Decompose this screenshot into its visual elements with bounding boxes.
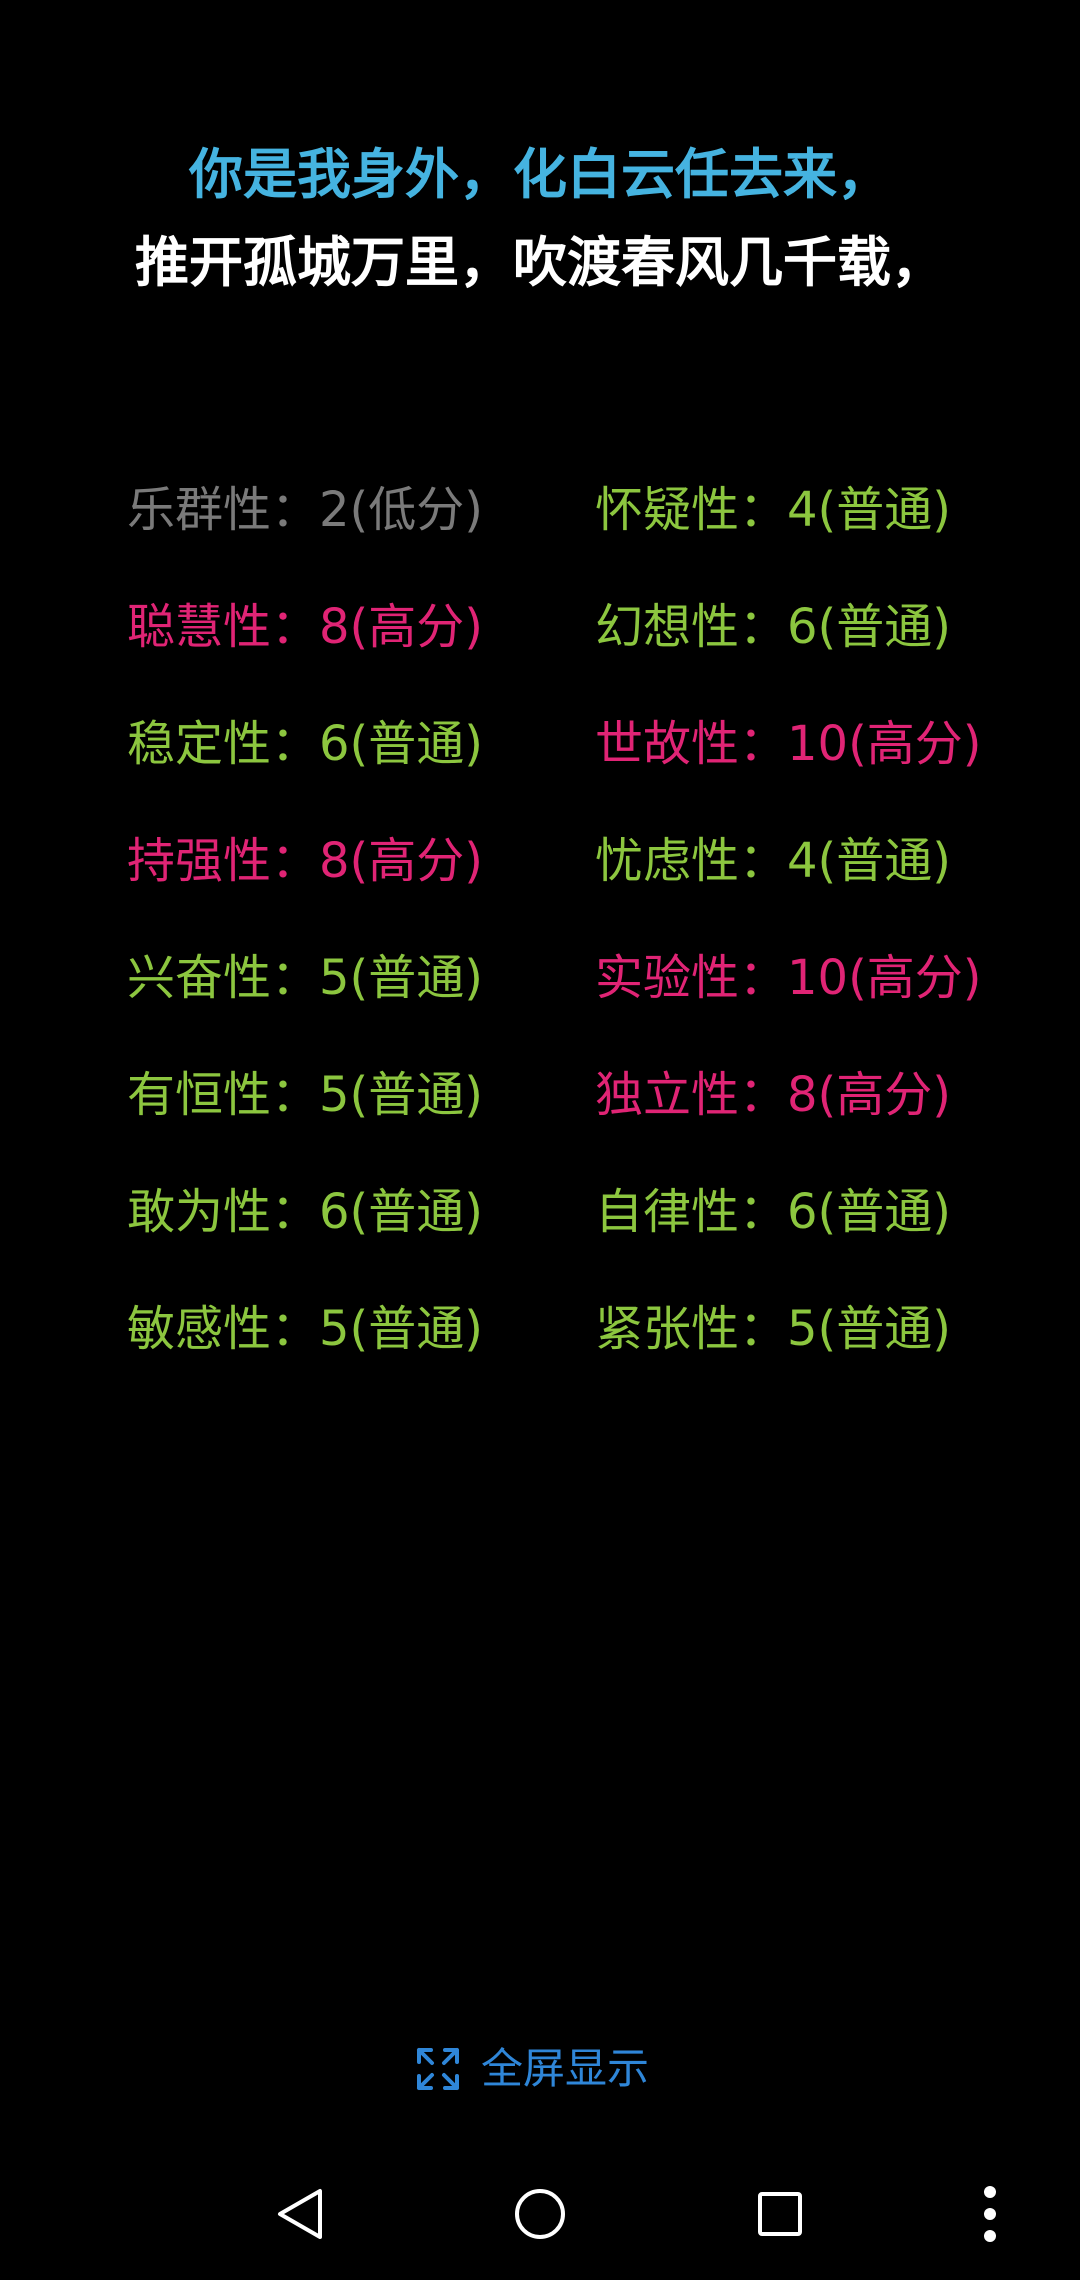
more-icon xyxy=(984,2186,996,2242)
trait-item: 持强性：8(高分) xyxy=(127,833,483,889)
trait-item: 实验性：10(高分) xyxy=(595,950,982,1006)
fullscreen-button[interactable]: 全屏显示 xyxy=(415,2044,649,2094)
back-icon xyxy=(278,2189,322,2239)
system-navigation-bar xyxy=(0,2150,1080,2280)
trait-item: 兴奋性：5(普通) xyxy=(127,950,483,1006)
trait-item: 幻想性：6(普通) xyxy=(595,599,951,655)
trait-item: 忧虑性：4(普通) xyxy=(595,833,951,889)
trait-item: 敏感性：5(普通) xyxy=(127,1301,483,1357)
poem-line-2: 推开孤城万里，吹渡春风几千载， xyxy=(135,231,945,294)
trait-item: 乐群性：2(低分) xyxy=(127,482,483,538)
trait-item: 稳定性：6(普通) xyxy=(127,716,483,772)
trait-item: 独立性：8(高分) xyxy=(595,1067,951,1123)
trait-item: 敢为性：6(普通) xyxy=(127,1184,483,1240)
trait-item: 自律性：6(普通) xyxy=(595,1184,951,1240)
trait-item: 紧张性：5(普通) xyxy=(595,1301,951,1357)
recents-icon xyxy=(758,2192,802,2236)
recents-button[interactable] xyxy=(740,2174,820,2254)
home-icon xyxy=(515,2189,565,2239)
back-button[interactable] xyxy=(260,2174,340,2254)
poem-line-1: 你是我身外，化白云任去来， xyxy=(189,143,891,206)
trait-item: 怀疑性：4(普通) xyxy=(595,482,951,538)
more-button[interactable] xyxy=(950,2174,1030,2254)
home-button[interactable] xyxy=(500,2174,580,2254)
trait-item: 世故性：10(高分) xyxy=(595,716,982,772)
trait-item: 聪慧性：8(高分) xyxy=(127,599,483,655)
fullscreen-label: 全屏显示 xyxy=(481,2044,650,2093)
trait-item: 有恒性：5(普通) xyxy=(127,1067,483,1123)
expand-icon xyxy=(415,2046,461,2092)
